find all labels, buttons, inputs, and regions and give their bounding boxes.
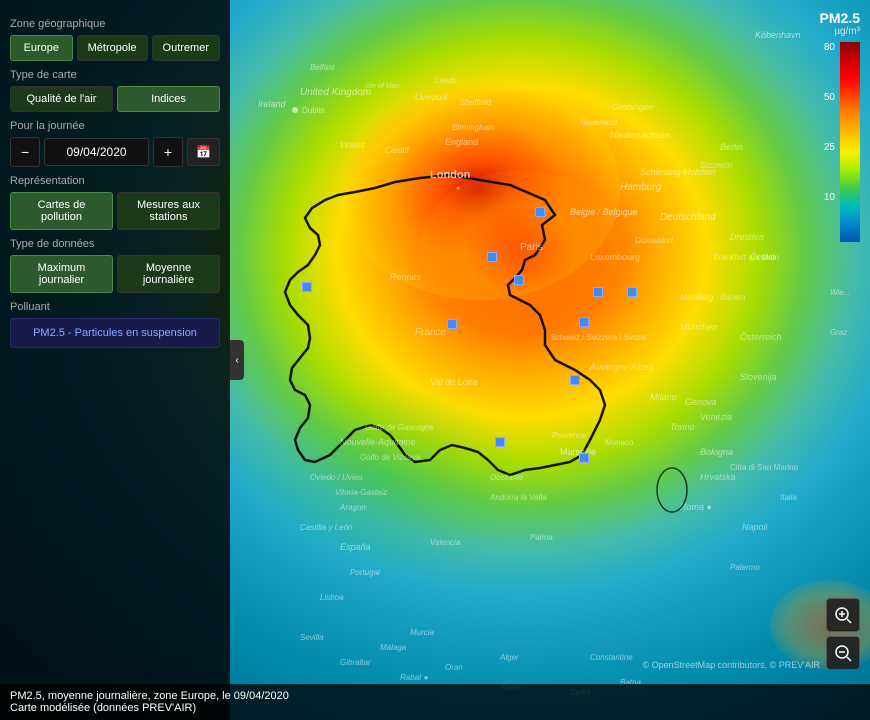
date-increment-btn[interactable]: + bbox=[153, 137, 183, 167]
legend-title: PM2.5 bbox=[820, 10, 860, 26]
date-decrement-btn[interactable]: − bbox=[10, 137, 40, 167]
polluant-label: Polluant bbox=[10, 301, 220, 313]
polluant-value[interactable]: PM2.5 - Particules en suspension bbox=[10, 318, 220, 348]
station-marker[interactable] bbox=[302, 282, 312, 292]
date-display: 09/04/2020 bbox=[44, 138, 149, 166]
legend-labels: 80 50 25 10 bbox=[824, 42, 835, 242]
type-donnees-buttons: Maximum journalier Moyenne journalière bbox=[10, 255, 220, 293]
zoom-in-icon bbox=[834, 606, 852, 624]
zone-geographique-label: Zone géographique bbox=[10, 18, 220, 30]
sidebar: Zone géographique Europe Métropole Outre… bbox=[0, 0, 230, 720]
journee-label: Pour la journée bbox=[10, 120, 220, 132]
btn-europe[interactable]: Europe bbox=[10, 35, 73, 61]
legend-val-2: 25 bbox=[824, 142, 835, 153]
legend-unit: µg/m³ bbox=[820, 26, 860, 37]
btn-moyenne-journaliere[interactable]: Moyenne journalière bbox=[117, 255, 220, 293]
bottom-line1: PM2.5, moyenne journalière, zone Europe,… bbox=[10, 690, 860, 702]
attribution: © OpenStreetMap contributors, © PREV'AIR bbox=[642, 660, 820, 670]
bottom-line2: Carte modélisée (données PREV'AIR) bbox=[10, 702, 860, 714]
station-marker[interactable] bbox=[495, 437, 505, 447]
type-donnees-label: Type de données bbox=[10, 238, 220, 250]
legend-bar bbox=[840, 42, 860, 242]
representation-buttons: Cartes de pollution Mesures aux stations bbox=[10, 192, 220, 230]
legend-val-3: 10 bbox=[824, 192, 835, 203]
station-marker[interactable] bbox=[514, 275, 524, 285]
date-row: − 09/04/2020 + 📅 bbox=[10, 137, 220, 167]
station-marker[interactable] bbox=[570, 375, 580, 385]
type-carte-buttons: Qualité de l'air Indices bbox=[10, 86, 220, 112]
btn-mesures-stations[interactable]: Mesures aux stations bbox=[117, 192, 220, 230]
station-marker[interactable] bbox=[579, 317, 589, 327]
station-marker[interactable] bbox=[579, 453, 589, 463]
btn-cartes-pollution[interactable]: Cartes de pollution bbox=[10, 192, 113, 230]
type-carte-label: Type de carte bbox=[10, 69, 220, 81]
legend: PM2.5 µg/m³ 80 50 25 10 bbox=[820, 10, 860, 247]
station-marker[interactable] bbox=[535, 207, 545, 217]
zoom-out-btn[interactable] bbox=[826, 636, 860, 670]
btn-outremer[interactable]: Outremer bbox=[152, 35, 220, 61]
representation-label: Représentation bbox=[10, 175, 220, 187]
zoom-controls bbox=[826, 598, 860, 670]
station-marker[interactable] bbox=[447, 319, 457, 329]
bottom-bar: PM2.5, moyenne journalière, zone Europe,… bbox=[0, 684, 870, 720]
btn-metropole[interactable]: Métropole bbox=[77, 35, 148, 61]
btn-qualite-air[interactable]: Qualité de l'air bbox=[10, 86, 113, 112]
legend-val-0: 80 bbox=[824, 42, 835, 53]
legend-val-1: 50 bbox=[824, 92, 835, 103]
calendar-btn[interactable]: 📅 bbox=[187, 138, 220, 166]
sidebar-collapse-btn[interactable]: ‹ bbox=[230, 340, 244, 380]
station-marker[interactable] bbox=[627, 287, 637, 297]
zoom-in-btn[interactable] bbox=[826, 598, 860, 632]
zoom-out-icon bbox=[834, 644, 852, 662]
btn-maximum-journalier[interactable]: Maximum journalier bbox=[10, 255, 113, 293]
station-marker[interactable] bbox=[487, 252, 497, 262]
btn-indices[interactable]: Indices bbox=[117, 86, 220, 112]
zone-buttons: Europe Métropole Outremer bbox=[10, 35, 220, 61]
station-marker[interactable] bbox=[593, 287, 603, 297]
